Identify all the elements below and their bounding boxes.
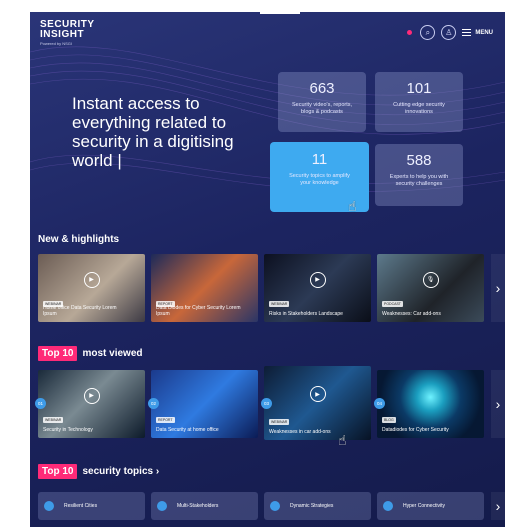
card-tag: WEBINAR — [269, 301, 290, 307]
user-icon: ♙ — [445, 28, 453, 37]
topic-label: Dynamic Strategies — [290, 503, 334, 509]
logo-line-insight: INSIGHT — [40, 29, 85, 40]
stat-tile-videos[interactable]: 663 Security video's, reports, blogs & p… — [278, 72, 366, 132]
top10-badge: Top 10 — [38, 464, 78, 479]
play-icon[interactable]: ▶ — [83, 271, 100, 288]
card-tag: BLOG — [382, 417, 396, 423]
topic-label: Hyper Connectivity — [403, 503, 445, 509]
chevron-right-icon: › — [495, 396, 501, 412]
highlight-card[interactable]: 🎙 PODCAST Weaknesses: Car add-ons — [377, 254, 484, 322]
rank-dot-icon — [157, 501, 167, 511]
topic-label: Multi-Stakeholders — [177, 503, 219, 509]
stat-description: Experts to help you with security challe… — [389, 174, 449, 187]
hand-pointer-icon: ☝ — [348, 198, 357, 214]
section-title-new-highlights: New & highlights — [38, 234, 119, 245]
top-divider — [260, 12, 300, 14]
play-icon[interactable]: ▶ — [309, 386, 326, 403]
highlight-card[interactable]: ▶ WEBINAR Risks in Stakeholders Landscap… — [264, 254, 371, 322]
stat-tile-experts[interactable]: 588 Experts to help you with security ch… — [375, 144, 463, 206]
live-dot-icon — [407, 30, 413, 35]
stat-description: Security topics to amplify your knowledg… — [289, 173, 350, 186]
card-title: Data Diodes for Cyber Security Lorem Ips… — [156, 305, 241, 317]
hand-pointer-icon: ☝ — [338, 432, 347, 448]
topic-label: Resilient Cities — [64, 503, 98, 509]
header-actions: ⌕ ♙ MENU — [407, 25, 493, 40]
chevron-right-icon: › — [495, 498, 501, 514]
card-title: Home office Data Security Lorem Ipsum — [43, 305, 117, 317]
topics-next-button[interactable]: › — [491, 492, 505, 520]
highlight-card[interactable]: REPORT Data Diodes for Cyber Security Lo… — [151, 254, 258, 322]
highlight-card[interactable]: ▶ WEBINAR Home office Data Security Lore… — [38, 254, 145, 322]
card-title: Datadiodes for Cyber Security — [382, 426, 449, 433]
section-title-security-topics[interactable]: Top 10 security topics › — [38, 464, 159, 479]
card-title: Security in Technology — [43, 426, 93, 433]
card-tag: PODCAST — [382, 301, 403, 307]
rank-dot-icon — [44, 501, 54, 511]
rank-badge: 04 — [374, 398, 385, 409]
highlights-row: ▶ WEBINAR Home office Data Security Lore… — [38, 254, 484, 322]
site-logo[interactable]: SECURITY INSIGHT Powered by NSGI — [40, 20, 95, 46]
play-icon[interactable]: ▶ — [309, 271, 326, 288]
menu-button[interactable]: MENU — [462, 29, 493, 36]
highlights-next-button[interactable]: › — [491, 254, 505, 322]
stat-number: 11 — [311, 151, 328, 168]
most-viewed-card[interactable]: REPORT Data Security at home office — [151, 370, 258, 438]
topic-item-resilient-cities[interactable]: Resilient Cities — [38, 492, 145, 520]
card-title: Data Security at home office — [156, 426, 219, 433]
play-icon[interactable]: ▶ — [83, 387, 100, 404]
most-viewed-card[interactable]: ▶ WEBINAR Security in Technology — [38, 370, 145, 438]
stat-number: 588 — [406, 152, 432, 169]
topic-item-hyper-connectivity[interactable]: Hyper Connectivity — [377, 492, 484, 520]
section-title-text: security topics › — [82, 466, 160, 477]
microphone-icon[interactable]: 🎙 — [422, 271, 439, 288]
logo-subtitle: Powered by NSGI — [40, 41, 73, 46]
most-viewed-next-button[interactable]: › — [491, 370, 505, 438]
topic-item-dynamic-strategies[interactable]: Dynamic Strategies — [264, 492, 371, 520]
section-title-text: New & highlights — [38, 234, 120, 245]
search-button[interactable]: ⌕ — [420, 25, 436, 40]
account-button[interactable]: ♙ — [441, 25, 457, 40]
card-tag: WEBINAR — [269, 419, 290, 425]
card-tag: REPORT — [156, 417, 175, 423]
hero-title: Instant access to everything related to … — [72, 94, 234, 170]
rank-dot-icon — [383, 501, 393, 511]
top10-badge: Top 10 — [38, 346, 78, 361]
topic-item-multi-stakeholders[interactable]: Multi-Stakeholders — [151, 492, 258, 520]
search-icon: ⌕ — [425, 27, 431, 37]
stat-tile-innovations[interactable]: 101 Cutting edge security innovations — [375, 72, 463, 132]
chevron-right-icon: › — [495, 280, 501, 296]
section-title-text: most viewed — [82, 348, 143, 359]
stat-number: 663 — [309, 80, 335, 97]
stat-number: 101 — [406, 80, 432, 97]
stat-description: Security video's, reports, blogs & podca… — [291, 102, 353, 115]
page-frame: SECURITY INSIGHT Powered by NSGI ⌕ ♙ MEN… — [30, 12, 505, 527]
stat-description: Cutting edge security innovations — [393, 102, 445, 115]
card-title: Risks in Stakeholders Landscape — [269, 310, 343, 317]
most-viewed-card[interactable]: BLOG Datadiodes for Cyber Security — [377, 370, 484, 438]
most-viewed-card-hovered[interactable]: ▶ WEBINAR Weaknesses in car add-ons — [264, 366, 371, 440]
menu-label: MENU — [475, 29, 493, 36]
rank-badge: 02 — [148, 398, 159, 409]
section-title-most-viewed: Top 10 most viewed — [38, 346, 143, 361]
rank-badge: 01 — [35, 398, 46, 409]
live-indicator[interactable] — [407, 30, 414, 35]
card-title: Weaknesses: Car add-ons — [382, 310, 441, 317]
topics-row: Resilient Cities Multi-Stakeholders Dyna… — [38, 492, 484, 520]
rank-badge: 03 — [261, 398, 272, 409]
card-tag: WEBINAR — [43, 417, 64, 423]
rank-dot-icon — [270, 501, 280, 511]
hamburger-icon — [462, 29, 472, 36]
